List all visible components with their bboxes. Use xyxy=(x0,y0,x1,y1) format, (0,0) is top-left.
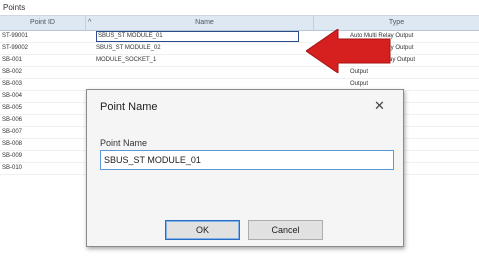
column-header-type[interactable]: Type xyxy=(314,16,479,30)
point-name-label: Point Name xyxy=(100,138,148,148)
panel-title: Points xyxy=(0,0,479,16)
cell-point-id: SB-006 xyxy=(2,117,23,123)
table-row[interactable]: ST-99001 SBUS_ST MODULE_01 Auto Multi Re… xyxy=(0,31,479,43)
point-name-input[interactable] xyxy=(100,150,394,170)
dialog-title: Point Name xyxy=(100,101,158,113)
cell-point-id: ST-99001 xyxy=(2,33,29,39)
cell-name-editing[interactable]: SBUS_ST MODULE_01 xyxy=(96,31,299,42)
table-row[interactable]: ST-99002 SBUS_ST MODULE_02 Auto Multi Re… xyxy=(0,43,479,55)
cell-point-id: SB-009 xyxy=(2,153,23,159)
cell-point-id: SB-002 xyxy=(2,69,23,75)
cell-point-id: SB-007 xyxy=(2,129,23,135)
ok-button[interactable]: OK xyxy=(165,220,240,240)
cancel-button[interactable]: Cancel xyxy=(248,220,323,240)
point-name-dialog: Point Name ✕ Point Name OK Cancel xyxy=(86,89,404,247)
cell-name: MODULE_SOCKET_1 xyxy=(96,57,157,63)
column-header-point-id[interactable]: Point ID xyxy=(0,16,86,30)
grid-header: Point ID ^ Name Type xyxy=(0,16,479,31)
cell-point-id: SB-005 xyxy=(2,105,23,111)
cell-point-id: SB-003 xyxy=(2,81,23,87)
cell-point-id: SB-010 xyxy=(2,165,23,171)
cell-point-id: SB-004 xyxy=(2,93,23,99)
red-arrow-icon xyxy=(306,29,391,73)
cell-point-id: SB-001 xyxy=(2,57,23,63)
sort-ascending-icon: ^ xyxy=(88,19,92,26)
column-header-name[interactable]: Name xyxy=(96,16,314,30)
table-row[interactable]: SB-002 Output xyxy=(0,67,479,79)
close-icon[interactable]: ✕ xyxy=(374,98,385,114)
cell-name: SBUS_ST MODULE_02 xyxy=(96,45,161,51)
table-row[interactable]: SB-001 MODULE_SOCKET_1 Conv Multi Relay … xyxy=(0,55,479,67)
cell-point-id: SB-008 xyxy=(2,141,23,147)
cell-point-id: ST-99002 xyxy=(2,45,29,51)
